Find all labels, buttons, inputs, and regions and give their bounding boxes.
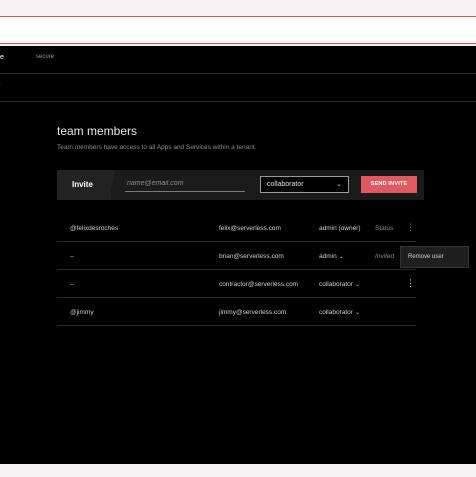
page-subtitle: Team members have access to all Apps and… <box>57 144 257 151</box>
page-title: team members <box>57 124 138 138</box>
member-email: contractor@serverless.com <box>219 281 299 288</box>
invite-label: Invite <box>72 180 93 189</box>
member-role: collaborator <box>319 309 353 316</box>
row-context-menu: Remove user <box>400 246 469 268</box>
invite-label-box: Invite <box>57 170 111 200</box>
table-row: @felixdesroches felix@serverless.com adm… <box>57 214 416 242</box>
send-invite-button[interactable]: SEND INVITE <box>361 176 417 193</box>
browser-top-strip <box>0 0 476 46</box>
invite-bar: Invite collaborator ⌄ SEND INVITE <box>57 170 424 200</box>
breadcrumb[interactable]: s <box>0 81 1 88</box>
top-frame-bar <box>0 16 476 44</box>
chevron-down-icon: ⌄ <box>338 254 344 260</box>
tab-secure[interactable]: secure <box>36 54 54 60</box>
member-email: brian@serverless.com <box>219 253 284 260</box>
divider-slash <box>107 170 115 200</box>
invite-email-input[interactable] <box>125 176 245 192</box>
browser-bottom-strip <box>0 464 476 477</box>
remove-user-menu-item[interactable]: Remove user <box>408 254 444 260</box>
member-role: collaborator <box>319 281 353 288</box>
chevron-down-icon: ⌄ <box>354 310 360 316</box>
member-email: jimmy@serverless.com <box>219 309 287 316</box>
members-table: @felixdesroches felix@serverless.com adm… <box>57 214 416 326</box>
member-status: Status <box>375 225 394 232</box>
member-status: Invited <box>375 253 395 260</box>
member-username: -- <box>70 281 75 288</box>
member-role-select[interactable]: collaborator ⌄ <box>319 309 360 316</box>
invite-role-value: collaborator <box>267 181 304 188</box>
member-role: admin (owner) <box>319 225 361 232</box>
member-username: @felixdesroches <box>70 225 119 232</box>
table-row: -- contractor@serverless.com collaborato… <box>57 270 416 298</box>
top-navigation: orate secure <box>0 46 476 74</box>
more-vertical-icon[interactable]: ⋮ <box>406 278 415 289</box>
chevron-down-icon: ⌄ <box>336 181 342 188</box>
chevron-down-icon: ⌄ <box>354 282 360 288</box>
sub-navigation: s <box>0 74 476 102</box>
more-vertical-icon[interactable]: ⋮ <box>406 222 415 233</box>
invite-role-select[interactable]: collaborator ⌄ <box>260 176 349 193</box>
member-role-select[interactable]: admin ⌄ <box>319 253 344 260</box>
member-email: felix@serverless.com <box>219 225 281 232</box>
tab-active[interactable]: orate <box>0 54 4 61</box>
member-role-select[interactable]: collaborator ⌄ <box>319 281 360 288</box>
member-username: -- <box>70 253 75 260</box>
member-role: admin <box>319 253 337 260</box>
table-row: @jimmy jimmy@serverless.com collaborator… <box>57 298 416 326</box>
table-row: -- brian@serverless.com admin⌄ Invited ⋮ <box>57 242 416 270</box>
member-username: @jimmy <box>70 309 94 316</box>
